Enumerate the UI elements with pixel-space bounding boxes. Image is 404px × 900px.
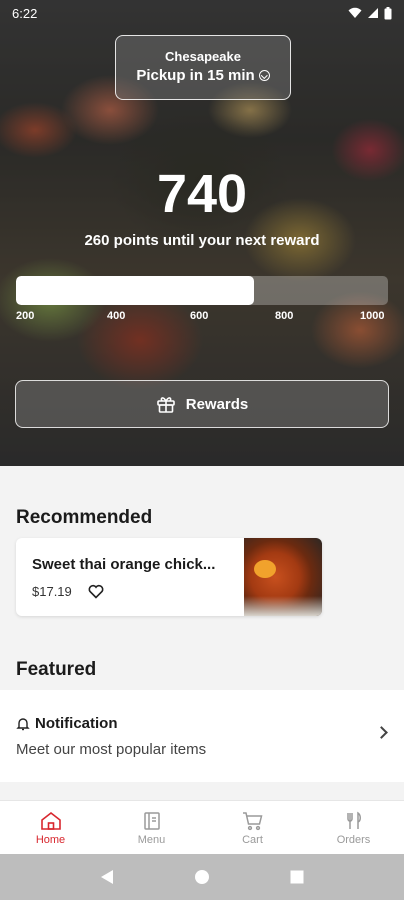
status-icons xyxy=(348,6,392,20)
bottom-navigation: Home Menu Cart Orders xyxy=(0,800,404,854)
nav-menu-label: Menu xyxy=(137,834,166,846)
pickup-location-selector[interactable]: Chesapeake Pickup in 15 min xyxy=(115,35,291,100)
rewards-button[interactable]: Rewards xyxy=(15,380,389,428)
back-icon[interactable] xyxy=(100,869,114,885)
rewards-progress-bar xyxy=(16,276,388,305)
progress-tick-800: 800 xyxy=(275,310,294,322)
nav-orders-label: Orders xyxy=(336,834,371,846)
nav-home[interactable]: Home xyxy=(0,801,101,854)
progress-tick-1000: 1000 xyxy=(360,310,385,322)
rewards-progress-fill xyxy=(16,276,255,305)
gift-icon xyxy=(156,397,175,413)
cart-icon xyxy=(242,812,262,831)
recommended-item-name: Sweet thai orange chick... xyxy=(32,556,216,573)
home-button-icon[interactable] xyxy=(194,869,210,885)
heart-icon[interactable] xyxy=(88,584,104,599)
nav-cart-label: Cart xyxy=(242,834,263,846)
system-navigation-bar xyxy=(0,854,404,900)
rewards-button-label: Rewards xyxy=(185,395,249,413)
recommended-item-card[interactable]: Sweet thai orange chick... $17.19 xyxy=(16,538,322,616)
notification-title: Notification xyxy=(35,715,118,732)
recents-icon[interactable] xyxy=(290,870,304,884)
signal-icon xyxy=(368,8,378,18)
featured-notification-row[interactable]: Notification Meet our most popular items xyxy=(0,690,404,782)
wifi-icon xyxy=(348,7,362,18)
nav-menu[interactable]: Menu xyxy=(101,801,202,854)
nav-home-label: Home xyxy=(35,834,66,846)
progress-tick-400: 400 xyxy=(107,310,126,322)
home-icon xyxy=(40,811,61,830)
orders-icon xyxy=(346,811,361,829)
progress-tick-600: 600 xyxy=(190,310,209,322)
chevron-right-icon xyxy=(375,726,388,739)
points-message: 260 points until your next reward xyxy=(84,232,320,249)
recommended-item-image xyxy=(244,538,322,616)
hero-banner: 6:22 Chesapeake Pickup in 15 min 740 260… xyxy=(0,0,404,466)
bell-icon xyxy=(16,717,30,730)
section-divider xyxy=(0,782,404,800)
nav-orders[interactable]: Orders xyxy=(303,801,404,854)
nav-cart[interactable]: Cart xyxy=(202,801,303,854)
menu-icon xyxy=(143,812,160,830)
battery-icon xyxy=(384,6,392,19)
progress-tick-200: 200 xyxy=(16,310,35,322)
recommended-item-price: $17.19 xyxy=(32,584,72,599)
location-name: Chesapeake xyxy=(165,49,241,64)
points-balance: 740 xyxy=(156,164,248,224)
featured-heading: Featured xyxy=(16,659,97,680)
status-bar: 6:22 xyxy=(0,0,404,26)
chevron-down-icon xyxy=(258,70,270,81)
recommended-heading: Recommended xyxy=(16,507,153,528)
status-time: 6:22 xyxy=(12,5,38,21)
notification-subtitle: Meet our most popular items xyxy=(16,741,207,758)
pickup-time: Pickup in 15 min xyxy=(136,67,255,84)
